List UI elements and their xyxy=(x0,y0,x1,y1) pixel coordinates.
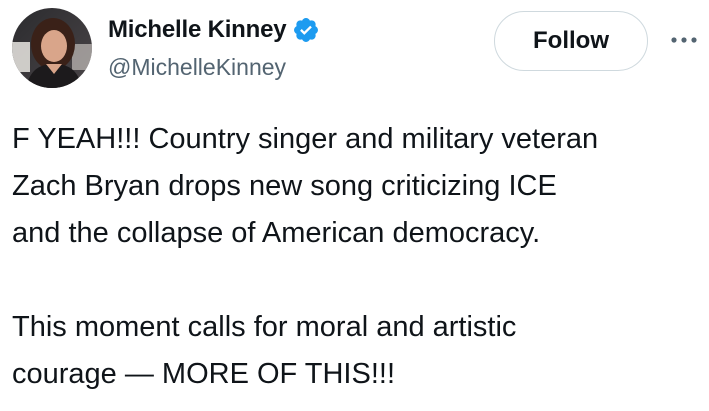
author-handle[interactable]: @MichelleKinney xyxy=(108,54,286,81)
tweet-text-line: and the collapse of American democracy. xyxy=(12,217,541,249)
follow-button[interactable]: Follow xyxy=(494,11,648,71)
avatar[interactable] xyxy=(12,8,92,88)
avatar-image xyxy=(12,8,92,88)
tweet-text-line: This moment calls for moral and artistic xyxy=(12,311,517,343)
tweet-text: F YEAH!!! Country singer and military ve… xyxy=(12,116,702,398)
author-name-row: Michelle Kinney xyxy=(108,13,320,47)
verified-badge-icon[interactable] xyxy=(292,16,320,44)
more-horizontal-icon[interactable] xyxy=(668,28,700,52)
tweet-card: Michelle Kinney @MichelleKinney Follow F… xyxy=(0,0,709,411)
tweet-text-line: courage — MORE OF THIS!!! xyxy=(12,358,396,390)
author-display-name[interactable]: Michelle Kinney xyxy=(108,16,287,44)
tweet-text-line: Zach Bryan drops new song criticizing IC… xyxy=(12,170,557,202)
tweet-text-line: F YEAH!!! Country singer and military ve… xyxy=(12,123,599,155)
